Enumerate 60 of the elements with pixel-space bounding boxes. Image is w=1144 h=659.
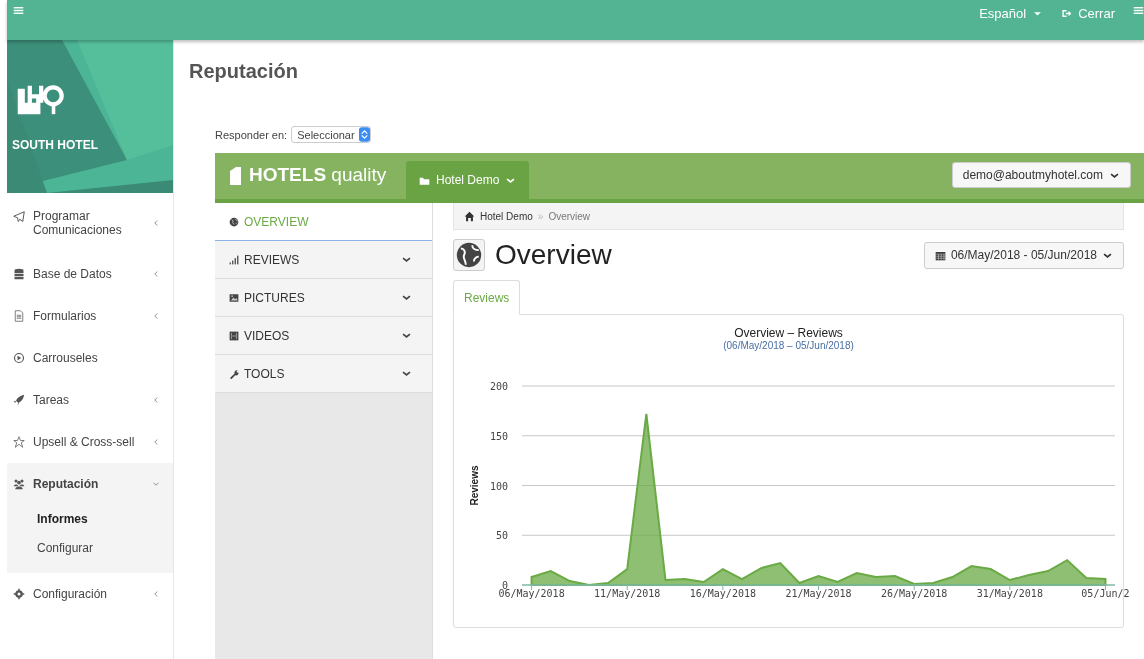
rocket-icon [13,394,25,406]
star-icon [13,436,25,448]
submenu-item[interactable]: Configurar [7,534,173,563]
home-icon [464,210,475,222]
calendar-icon [934,249,946,261]
breadcrumb-separator: » [537,210,544,222]
database-icon [13,268,25,280]
x-tick-label: 31/May/2018 [976,588,1043,599]
sidebar-item[interactable]: Programar Comunicaciones [7,193,173,253]
field-label: Responder en: [215,128,288,141]
paper-plane-icon [13,211,25,223]
sidebar-item[interactable]: Upsell & Cross-sell [7,421,173,463]
film-icon [229,330,239,341]
chart-title: Overview – Reviews [733,326,844,340]
y-tick-label: 50 [495,530,508,542]
document-icon [13,310,25,322]
sidebar-item[interactable]: Base de Datos [7,253,173,295]
x-tick-label: 05/Jun/2 [1081,588,1130,599]
sidebar-item[interactable]: Carrouseles [7,337,173,379]
sign-out-icon [1061,8,1073,19]
x-tick-label: 21/May/2018 [785,588,852,599]
y-tick-label: 100 [489,480,508,492]
nav-item[interactable]: REVIEWS [215,241,432,279]
chart-subtitle: (06/May/2018 – 05/Jun/2018) [722,340,855,351]
y-tick-label: 150 [489,430,508,442]
x-tick-label: 11/May/2018 [594,588,661,599]
sidebar-item[interactable]: Reputación [7,463,173,505]
nav-item[interactable]: PICTURES [215,279,432,317]
y-tick-label: 200 [489,381,508,392]
users-icon [13,478,25,490]
select-field[interactable]: Seleccionar [291,126,371,143]
submenu-item[interactable]: Informes [7,505,173,534]
breadcrumb-link[interactable]: Hotel Demo [480,210,533,222]
sidebar-item[interactable]: Configuración [7,573,173,615]
wrench-icon [229,368,239,379]
breadcrumb-link[interactable]: Overview [548,210,591,222]
app-logo-text: HOTELS quality [249,164,387,186]
account-menu[interactable]: demo@aboutmyhotel.com [951,162,1131,188]
play-circle-icon [13,352,25,364]
bar-chart-icon [229,254,239,265]
x-tick-label: 06/May/2018 [498,588,565,599]
nav-item[interactable]: VIDEOS [215,317,432,355]
globe-icon [453,239,485,271]
flag-icon [229,165,242,185]
menu-icon [1133,5,1144,16]
page-title: Reputación [189,60,299,83]
y-axis-title: Reviews [469,465,480,506]
date-range-button[interactable]: 06/May/2018 - 05/Jun/2018 [923,241,1124,269]
section-heading: Overview [495,239,612,271]
hotel-name: SOUTH HOTEL [12,138,98,152]
menu-icon [13,5,24,16]
gear-icon [13,588,25,600]
stepper-icon [358,127,370,142]
picture-icon [229,292,239,303]
globe-icon [229,216,239,227]
x-tick-label: 26/May/2018 [881,588,948,599]
x-tick-label: 16/May/2018 [689,588,756,599]
sidebar-item[interactable]: Formularios [7,295,173,337]
sidebar-item[interactable]: Tareas [7,379,173,421]
nav-item[interactable]: TOOLS [215,355,432,393]
